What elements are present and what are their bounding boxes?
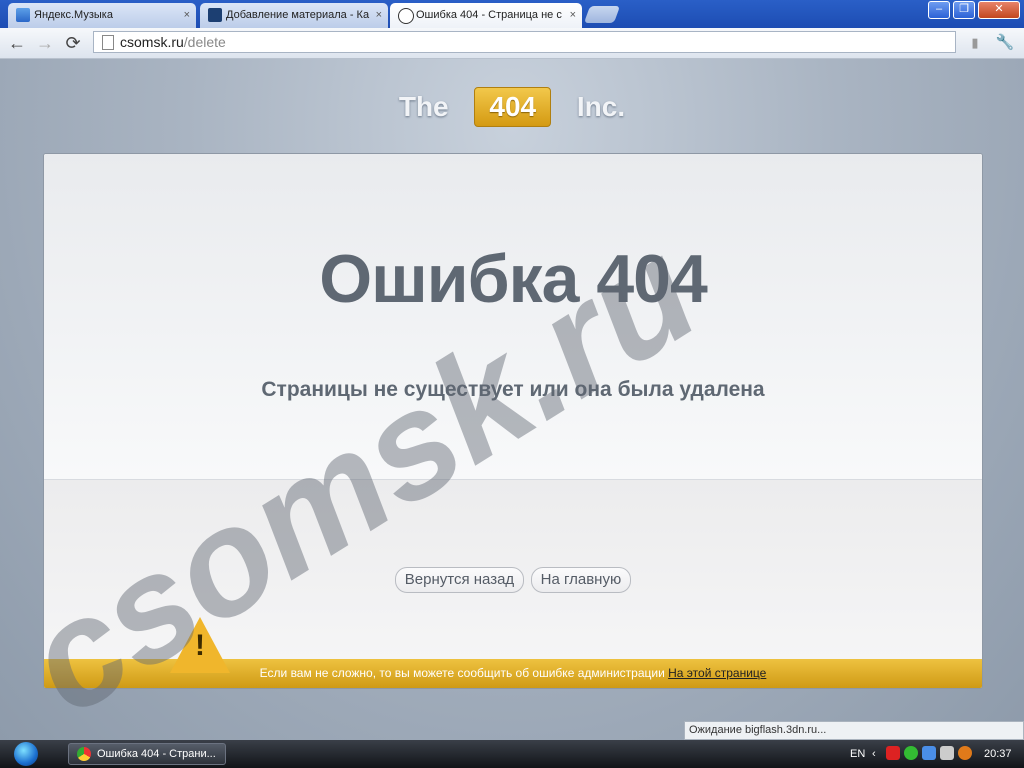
close-window-button[interactable]: ✕: [978, 1, 1020, 19]
back-button[interactable]: ←: [6, 32, 28, 54]
forward-button[interactable]: →: [34, 32, 56, 54]
warning-mark: !: [195, 629, 205, 662]
reload-button[interactable]: ⟳: [62, 32, 84, 54]
cs-site-icon: [208, 8, 222, 22]
new-tab-button[interactable]: [583, 6, 621, 23]
signal-bars-icon[interactable]: ▮: [964, 32, 986, 54]
page-icon: [102, 35, 114, 50]
error-subtitle: Страницы не существует или она была удал…: [261, 378, 765, 401]
tab-add-material[interactable]: Добавление материала - Ка ×: [200, 3, 388, 28]
address-host: csomsk.ru: [120, 34, 184, 50]
error-card: Ошибка 404 Страницы не существует или он…: [43, 153, 983, 689]
shield-check-icon[interactable]: [904, 746, 918, 760]
browser-titlebar: Яндекс.Музыка × Добавление материала - К…: [0, 0, 1024, 28]
chrome-icon: [77, 747, 91, 761]
update-icon[interactable]: [958, 746, 972, 760]
browser-toolbar: ← → ⟳ csomsk.ru/delete ▮ 🔧: [0, 28, 1024, 59]
report-link[interactable]: На этой странице: [668, 666, 766, 680]
antivirus-icon[interactable]: [886, 746, 900, 760]
windows-logo-icon: [14, 742, 38, 766]
taskbar: Ошибка 404 - Страни... EN ‹ 20:37: [0, 740, 1024, 768]
maximize-button[interactable]: ❐: [953, 1, 975, 19]
tab-error-404[interactable]: Ошибка 404 - Страница не с ×: [390, 3, 582, 28]
wrench-menu-button[interactable]: 🔧: [994, 32, 1016, 54]
tab-title: Добавление материала - Ка: [226, 9, 370, 21]
tab-close-icon[interactable]: ×: [184, 3, 190, 28]
tab-yandex-music[interactable]: Яндекс.Музыка ×: [8, 3, 196, 28]
tab-title: Ошибка 404 - Страница не с: [416, 9, 562, 21]
report-text: Если вам не сложно, то вы можете сообщит…: [259, 666, 665, 680]
page-viewport: The 404 Inc. Ошибка 404 Страницы не суще…: [0, 59, 1024, 740]
tab-close-icon[interactable]: ×: [570, 3, 576, 28]
brand-right: Inc.: [576, 91, 626, 122]
tab-title: Яндекс.Музыка: [34, 9, 113, 21]
error-title: Ошибка 404: [319, 241, 708, 317]
minimize-button[interactable]: –: [928, 1, 950, 19]
site-brand: The 404 Inc.: [0, 87, 1024, 127]
brand-badge-404: 404: [474, 87, 552, 127]
brand-left: The: [398, 91, 449, 122]
taskbar-item-title: Ошибка 404 - Страни...: [97, 748, 216, 760]
taskbar-item-chrome[interactable]: Ошибка 404 - Страни...: [68, 743, 226, 765]
language-indicator[interactable]: EN: [850, 744, 865, 764]
play-icon: [16, 8, 30, 22]
tray-chevron-icon[interactable]: ‹: [872, 744, 876, 764]
clock: 20:37: [984, 748, 1012, 760]
volume-icon[interactable]: [940, 746, 954, 760]
home-button[interactable]: На главную: [530, 567, 632, 593]
steam-icon: [398, 8, 414, 24]
start-button[interactable]: [6, 741, 46, 767]
tab-close-icon[interactable]: ×: [376, 3, 382, 28]
network-icon[interactable]: [922, 746, 936, 760]
address-bar[interactable]: csomsk.ru/delete: [93, 31, 956, 53]
address-path: /delete: [183, 34, 226, 50]
go-back-button[interactable]: Вернутся назад: [394, 567, 525, 593]
error-actions: Вернутся назад На главную: [44, 567, 982, 593]
status-bubble: Ожидание bigflash.3dn.ru...: [684, 721, 1024, 740]
